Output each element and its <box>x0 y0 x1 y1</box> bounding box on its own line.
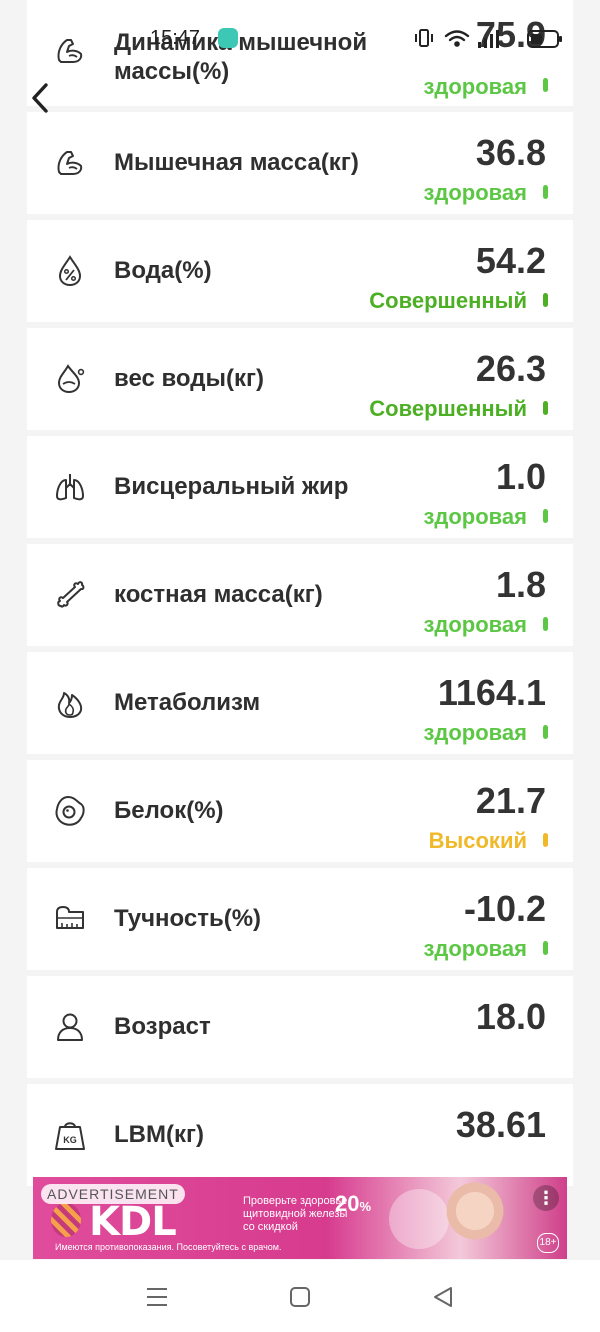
metric-value: 21.7 <box>475 780 546 821</box>
metric-label: Вода(%) <box>114 257 212 284</box>
metric-label: Возраст <box>114 1013 211 1040</box>
ad-discount: 20% <box>335 1191 371 1217</box>
recent-apps-button[interactable] <box>142 1282 172 1312</box>
metric-row[interactable]: KG LBM(кг) 38.61 <box>27 1084 573 1186</box>
system-navigation-bar <box>0 1260 600 1332</box>
egg-icon <box>55 795 85 826</box>
system-back-button[interactable] <box>428 1282 458 1312</box>
metric-value: 38.61 <box>455 1104 546 1145</box>
metric-row[interactable]: вес воды(кг) 26.3 Совершенный <box>27 328 573 430</box>
metric-label: Белок(%) <box>114 797 224 824</box>
metric-status: здоровая <box>423 74 527 99</box>
metric-status: здоровая <box>423 180 527 205</box>
menu-lines-icon <box>147 1288 167 1306</box>
metric-label: Тучность(%) <box>114 905 262 932</box>
metric-row[interactable]: Динамика мышечной массы(%) 75.9 здоровая <box>27 0 573 106</box>
metric-row[interactable]: Возраст 18.0 <box>27 976 573 1078</box>
metric-value: 1.8 <box>495 564 546 605</box>
ad-discount-sign: % <box>359 1199 372 1214</box>
metric-value: -10.2 <box>463 888 546 929</box>
kg-weight-icon: KG <box>55 1122 85 1150</box>
metric-status: здоровая <box>423 504 527 529</box>
metric-row[interactable]: Белок(%) 21.7 Высокий <box>27 760 573 862</box>
person-icon <box>57 1013 83 1041</box>
metric-label: Мышечная масса(кг) <box>114 149 359 176</box>
metric-value: 54.2 <box>475 240 546 281</box>
metric-row[interactable]: Висцеральный жир 1.0 здоровая <box>27 436 573 538</box>
status-indicator <box>543 78 548 92</box>
metric-row[interactable]: Вода(%) 54.2 Совершенный <box>27 220 573 322</box>
triangle-back-icon <box>434 1287 452 1307</box>
metric-status: Совершенный <box>369 288 527 313</box>
ad-model-image <box>435 1179 515 1259</box>
ad-more-icon[interactable]: ⋮ <box>533 1185 559 1211</box>
lungs-icon <box>56 474 84 501</box>
status-indicator <box>543 833 548 847</box>
muscle-icon <box>57 151 83 175</box>
water-drop-icon <box>57 364 85 394</box>
metric-label: костная масса(кг) <box>114 581 323 608</box>
metric-row[interactable]: Тучность(%) -10.2 здоровая <box>27 868 573 970</box>
metric-status: Совершенный <box>369 396 527 421</box>
square-icon <box>290 1287 310 1307</box>
ad-brand-logo: KDL <box>89 1199 177 1245</box>
metric-status: здоровая <box>423 936 527 961</box>
ad-disclaimer: Имеются противопоказания. Посоветуйтесь … <box>55 1242 282 1252</box>
status-indicator <box>543 509 548 523</box>
status-indicator <box>543 941 548 955</box>
metric-value: 75.9 <box>475 14 546 55</box>
metric-value: 18.0 <box>475 996 546 1037</box>
metrics-list: Динамика мышечной массы(%) 75.9 здоровая… <box>27 0 573 1192</box>
home-button[interactable] <box>285 1282 315 1312</box>
metric-label: Висцеральный жир <box>114 473 349 500</box>
metric-value: 1164.1 <box>437 672 546 713</box>
status-indicator <box>543 293 548 307</box>
metric-label: LBM(кг) <box>114 1121 204 1148</box>
water-drop-percent-icon <box>58 255 82 287</box>
flame-icon <box>57 692 83 718</box>
metric-row[interactable]: Мышечная масса(кг) 36.8 здоровая <box>27 112 573 214</box>
status-indicator <box>543 401 548 415</box>
metric-status: Высокий <box>428 828 527 853</box>
ad-label: ADVERTISEMENT <box>41 1184 185 1204</box>
metric-label: вес воды(кг) <box>114 365 264 392</box>
metric-value: 26.3 <box>475 348 546 389</box>
metric-status: здоровая <box>423 612 527 637</box>
back-button[interactable] <box>22 78 58 118</box>
ad-discount-number: 20 <box>335 1191 360 1216</box>
tape-measure-icon <box>56 906 84 929</box>
advertisement-banner[interactable]: KDL ADVERTISEMENT Проверьте здоровье щит… <box>33 1177 567 1259</box>
svg-text:KG: KG <box>63 1135 77 1145</box>
status-indicator <box>543 185 548 199</box>
metric-label: Динамика мышечной массы(%) <box>114 29 368 85</box>
metric-row[interactable]: костная масса(кг) 1.8 здоровая <box>27 544 573 646</box>
metric-value: 1.0 <box>495 456 546 497</box>
metric-value: 36.8 <box>475 132 546 173</box>
chevron-left-icon <box>32 83 48 113</box>
metric-status: здоровая <box>423 720 527 745</box>
metric-label: Метаболизм <box>114 689 261 716</box>
ad-logo-mark <box>51 1203 81 1237</box>
bone-icon <box>57 581 85 608</box>
status-indicator <box>543 725 548 739</box>
status-indicator <box>543 617 548 631</box>
ad-age-rating: 18+ <box>537 1233 559 1253</box>
muscle-icon <box>57 39 83 63</box>
metric-row[interactable]: Метаболизм 1164.1 здоровая <box>27 652 573 754</box>
